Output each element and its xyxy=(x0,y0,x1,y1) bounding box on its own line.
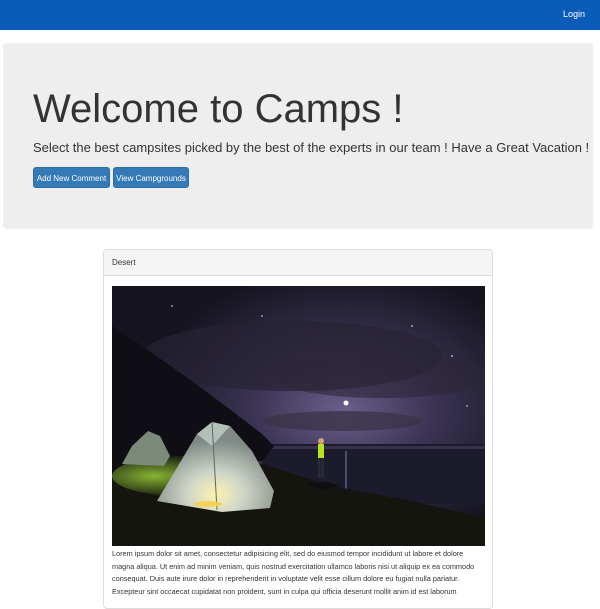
campground-image xyxy=(112,286,485,546)
login-link[interactable]: Login xyxy=(563,9,585,19)
campground-panel: Desert Lorem ipsum dolor sit amet, conse… xyxy=(103,249,493,609)
top-navbar: Login xyxy=(0,0,600,30)
campground-description: Lorem ipsum dolor sit amet, consectetur … xyxy=(112,549,475,596)
page-subtitle: Select the best campsites picked by the … xyxy=(33,140,590,155)
campground-name: Desert xyxy=(112,258,136,267)
add-new-comment-button[interactable]: Add New Comment xyxy=(33,167,110,188)
welcome-jumbotron: Welcome to Camps ! Select the best camps… xyxy=(3,43,593,229)
page-title: Welcome to Camps ! xyxy=(33,87,404,131)
panel-heading: Desert xyxy=(104,250,492,276)
view-campgrounds-button[interactable]: View Campgrounds xyxy=(113,167,189,188)
